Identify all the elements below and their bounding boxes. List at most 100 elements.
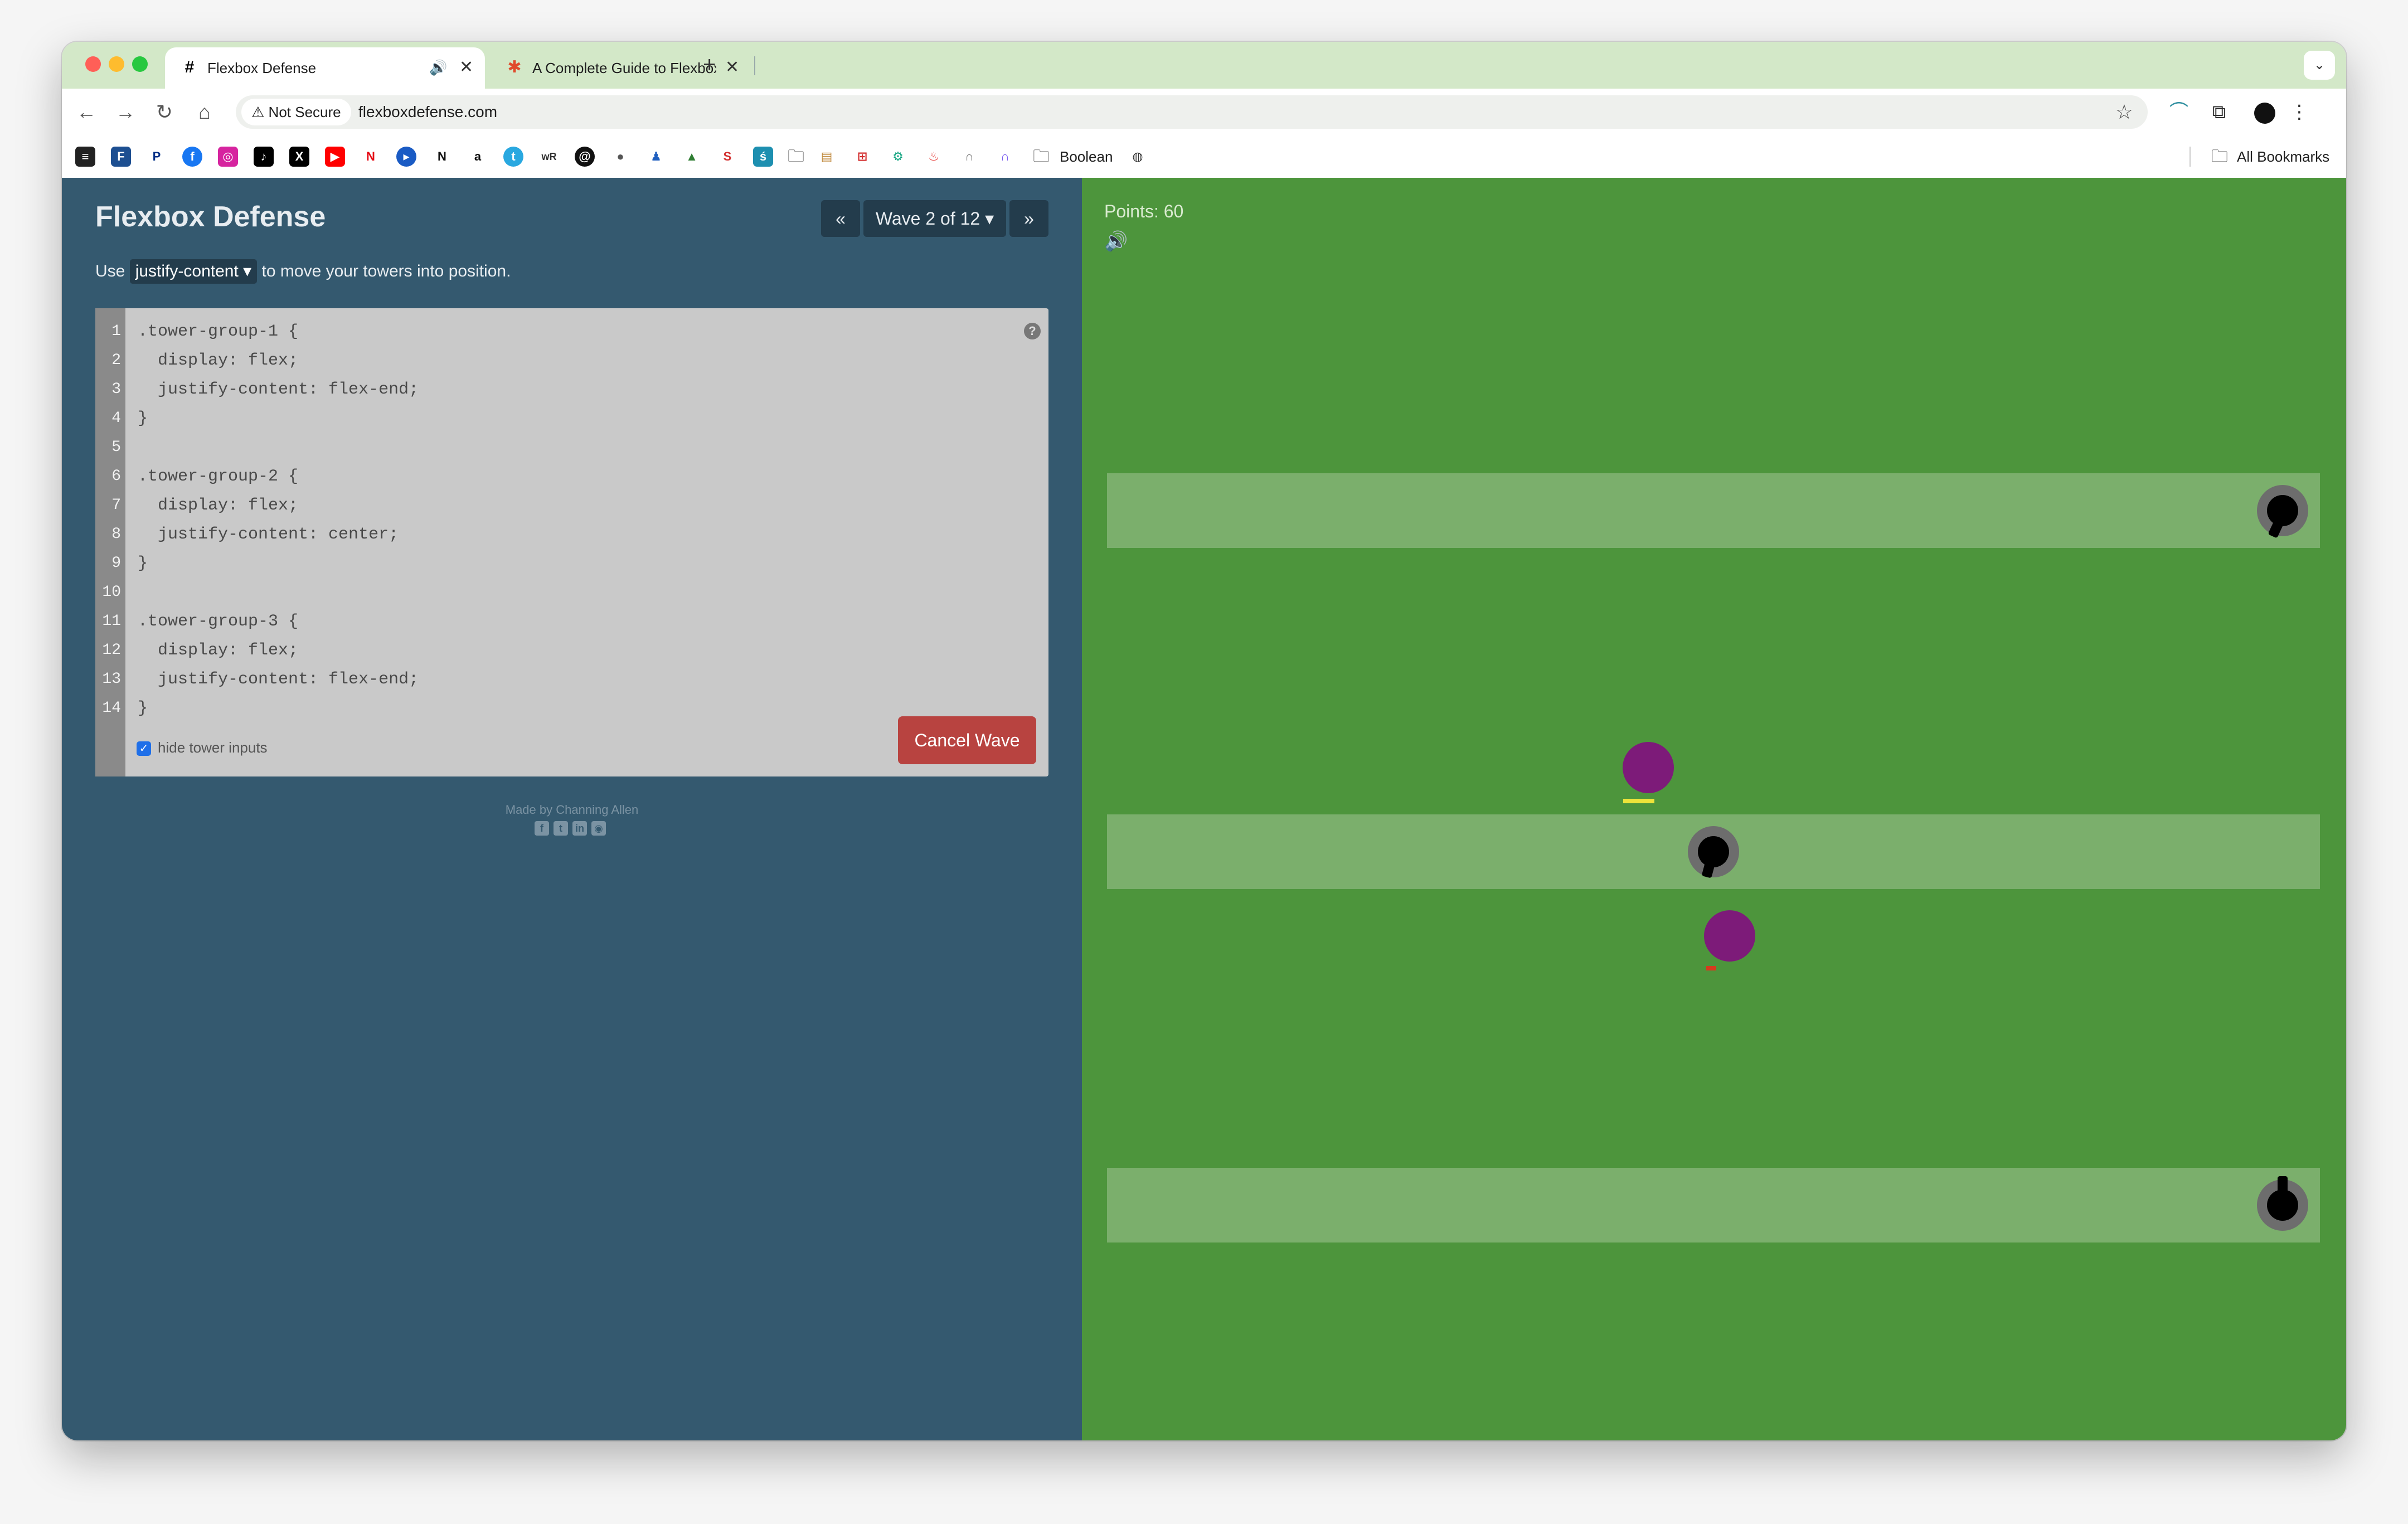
home-icon[interactable]: ⌂ xyxy=(191,99,218,125)
instructions-suffix: to move your towers into position. xyxy=(261,262,511,280)
line-number: 13 xyxy=(102,671,121,688)
graduation-cap-icon[interactable]: ▲ xyxy=(682,147,702,167)
security-chip[interactable]: ⚠ Not Secure xyxy=(241,99,351,125)
bookmark-f-icon[interactable]: F xyxy=(111,147,131,167)
minimize-window-button[interactable] xyxy=(109,56,124,72)
speaker-icon[interactable]: 🔊 xyxy=(429,57,447,77)
facebook-icon[interactable]: f xyxy=(535,821,549,836)
bookmark-hat-icon[interactable]: ś xyxy=(753,147,773,167)
line-number: 14 xyxy=(102,700,121,717)
facebook-icon[interactable]: f xyxy=(182,147,202,167)
tiktok-icon[interactable]: ♪ xyxy=(254,147,274,167)
person-icon[interactable]: ♟ xyxy=(646,147,666,167)
close-window-button[interactable] xyxy=(85,56,101,72)
back-arrow-icon[interactable]: ← xyxy=(73,99,100,125)
new-tab-button[interactable]: + xyxy=(703,53,716,76)
code-line: .tower-group-1 { xyxy=(138,322,299,341)
property-select[interactable]: justify-content ▾ xyxy=(129,259,258,284)
flame-icon[interactable]: ♨ xyxy=(924,147,944,167)
code-line: justify-content: flex-end; xyxy=(138,670,419,689)
address-bar[interactable]: ⚠ Not Secure flexboxdefense.com ☆ xyxy=(236,95,2148,129)
hash-favicon-icon: # xyxy=(185,58,195,76)
hide-tower-inputs-toggle[interactable]: ✓ hide tower inputs xyxy=(137,737,268,758)
enemy xyxy=(1623,742,1674,793)
line-number: 10 xyxy=(102,584,121,601)
sound-toggle-icon[interactable]: 🔊 xyxy=(1104,229,1128,254)
bookmark-notes-icon[interactable]: ≡ xyxy=(75,147,95,167)
threads-icon[interactable]: @ xyxy=(575,147,595,167)
bookmark-n-icon[interactable]: N xyxy=(432,147,452,167)
instagram-icon[interactable]: ◎ xyxy=(218,147,238,167)
line-number: 1 xyxy=(111,323,121,340)
arc-gray-icon[interactable]: ∩ xyxy=(959,147,979,167)
code-line: } xyxy=(138,554,148,573)
twitter-icon[interactable]: t xyxy=(554,821,568,836)
tab-flexbox-defense[interactable]: # Flexbox Defense 🔊 ✕ xyxy=(165,47,485,89)
next-wave-button[interactable]: » xyxy=(1009,200,1048,237)
tower xyxy=(1688,826,1739,879)
caret-down-icon: ▾ xyxy=(243,262,252,280)
close-tab-icon[interactable]: ✕ xyxy=(459,57,473,77)
globe-icon[interactable]: ◍ xyxy=(1128,147,1148,167)
browser-menu-icon[interactable]: ⋮ xyxy=(2286,99,2313,125)
bookmark-box-icon[interactable]: ▤ xyxy=(817,147,837,167)
amazon-icon[interactable]: a xyxy=(468,147,488,167)
github-icon[interactable]: ◉ xyxy=(591,821,606,836)
help-icon[interactable]: ? xyxy=(1024,323,1041,339)
netflix-icon[interactable]: N xyxy=(361,147,381,167)
line-number: 2 xyxy=(111,352,121,369)
cancel-wave-button[interactable]: Cancel Wave xyxy=(898,716,1036,764)
security-label: Not Secure xyxy=(268,104,341,120)
page-title[interactable]: Flexbox Defense xyxy=(95,199,326,235)
line-number: 6 xyxy=(111,468,121,485)
paypal-icon[interactable]: P xyxy=(147,147,167,167)
code-line: } xyxy=(138,409,148,428)
browser-window: # Flexbox Defense 🔊 ✕ ✱ A Complete Guide… xyxy=(62,42,2346,1440)
youtube-icon[interactable]: ▶ xyxy=(325,147,345,167)
code-line: justify-content: flex-end; xyxy=(138,380,419,399)
apple-icon[interactable]: ● xyxy=(610,147,630,167)
close-tab-icon[interactable]: ✕ xyxy=(725,57,739,77)
tab-strip: # Flexbox Defense 🔊 ✕ ✱ A Complete Guide… xyxy=(62,42,2346,89)
tower xyxy=(2257,1176,2308,1231)
forward-arrow-icon[interactable]: → xyxy=(112,99,139,125)
hide-inputs-checkbox[interactable]: ✓ xyxy=(137,741,151,756)
bookmark-folder-boolean[interactable]: Boolean xyxy=(1060,145,1113,168)
css-editor[interactable]: 1 2 3 4 5 6 7 8 9 10 11 12 13 14 .tower-… xyxy=(95,308,1048,776)
folder-icon[interactable]: 🗀 xyxy=(788,145,804,168)
hide-inputs-label: hide tower inputs xyxy=(158,739,268,756)
bookmarks-bar: ≡ F P f ◎ ♪ X ▶ N ▸ N a t wR @ ● ♟ ▲ S ś… xyxy=(62,135,2346,178)
bookmark-t-icon[interactable]: t xyxy=(503,147,523,167)
linkedin-icon[interactable]: in xyxy=(572,821,587,836)
code-line: } xyxy=(138,699,148,718)
enemy-health-bar xyxy=(1706,966,1716,970)
chatgpt-icon[interactable]: ⚙ xyxy=(888,147,908,167)
extension-arc-icon[interactable]: ⌒ xyxy=(2166,99,2192,125)
profile-avatar-icon[interactable] xyxy=(2251,99,2278,125)
previous-wave-button[interactable]: « xyxy=(821,200,860,237)
bookmark-divider xyxy=(2189,147,2191,167)
wave-select[interactable]: Wave 2 of 12 ▾ xyxy=(863,200,1006,237)
folder-icon[interactable]: 🗀 xyxy=(1033,145,1050,168)
control-panel: Flexbox Defense « Wave 2 of 12 ▾ » Use j… xyxy=(62,178,1082,1440)
x-icon[interactable]: X xyxy=(289,147,309,167)
all-bookmarks-button[interactable]: All Bookmarks xyxy=(2237,145,2329,168)
maximize-window-button[interactable] xyxy=(132,56,148,72)
wave-label: Wave 2 of 12 xyxy=(875,208,980,229)
gift-icon[interactable]: ⊞ xyxy=(852,147,872,167)
reload-icon[interactable]: ↻ xyxy=(151,99,178,125)
tower-group-1-lane xyxy=(1107,473,2320,548)
url-text[interactable]: flexboxdefense.com xyxy=(358,95,497,129)
tab-search-button[interactable]: ⌄ xyxy=(2304,51,2335,80)
instructions-prefix: Use xyxy=(95,262,125,280)
code-line: display: flex; xyxy=(138,641,299,660)
extensions-puzzle-icon[interactable]: ⧉ xyxy=(2206,99,2232,125)
line-number: 9 xyxy=(111,555,121,572)
bookmark-wr-icon[interactable]: wR xyxy=(539,147,559,167)
arc-purple-icon[interactable]: ∩ xyxy=(995,147,1015,167)
play-circle-icon[interactable]: ▸ xyxy=(396,147,416,167)
points-counter: Points: 60 xyxy=(1104,201,1184,221)
bookmark-s-icon[interactable]: S xyxy=(717,147,737,167)
page-content: Flexbox Defense « Wave 2 of 12 ▾ » Use j… xyxy=(62,178,2346,1440)
bookmark-star-icon[interactable]: ☆ xyxy=(2115,95,2133,129)
